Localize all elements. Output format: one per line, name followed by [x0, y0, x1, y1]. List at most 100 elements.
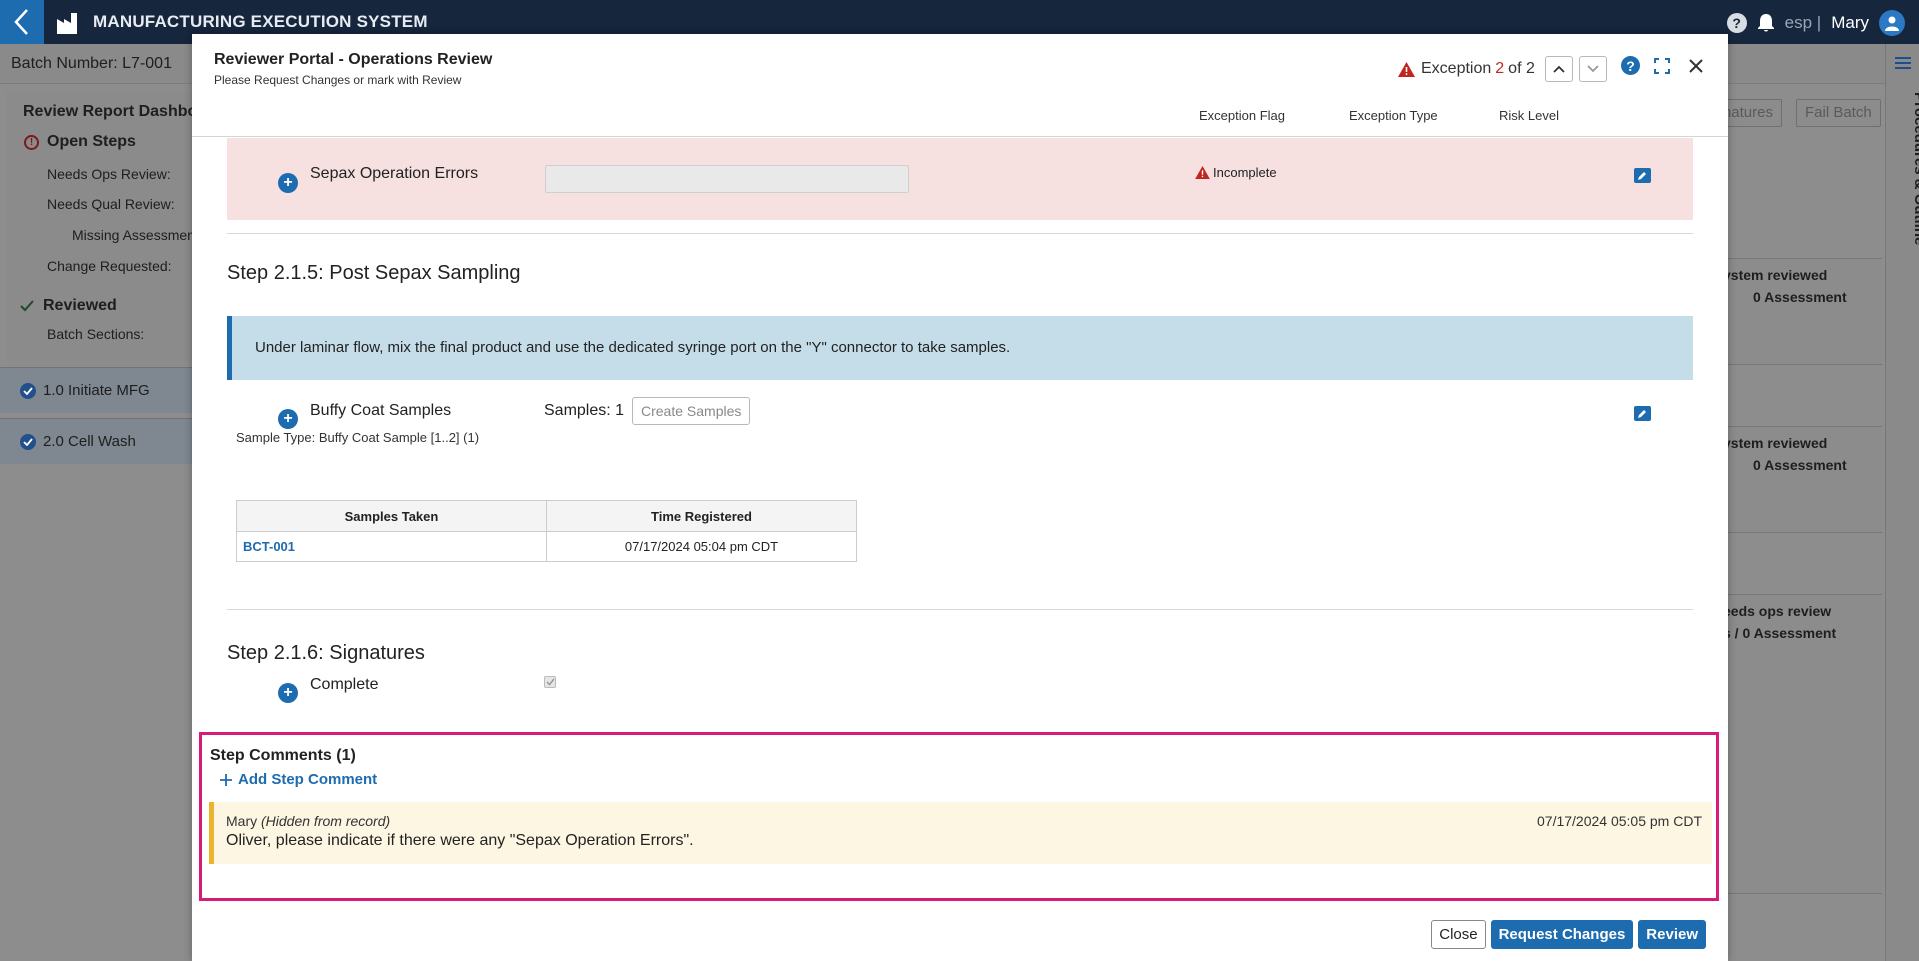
header-icons: ? [1621, 56, 1704, 75]
table-header-row: Samples Taken Time Registered [236, 500, 857, 532]
bell-icon[interactable] [1757, 13, 1775, 33]
right-rail: Procedures & Outline [1885, 44, 1919, 961]
modal-header: Reviewer Portal - Operations Review Plea… [192, 34, 1728, 137]
change-requested[interactable]: Change Requested: [47, 258, 172, 274]
section-label: 2.0 Cell Wash [43, 433, 136, 450]
close-icon[interactable] [1688, 58, 1704, 74]
section-initiate-mfg[interactable]: 1.0 Initiate MFG [0, 367, 192, 413]
request-changes-button[interactable]: Request Changes [1490, 920, 1634, 949]
complete-checkbox[interactable] [544, 676, 556, 688]
summary-card: eeds ops review s / 0 Assessment [1712, 594, 1882, 894]
samples-count: Samples: 1 [544, 402, 625, 419]
plus-icon [220, 773, 232, 786]
edit-icon[interactable] [1634, 168, 1651, 183]
add-step-comment-button[interactable]: Add Step Comment [220, 771, 377, 788]
chevron-left-icon [14, 9, 28, 35]
check-circle-icon [20, 433, 36, 450]
check-icon [545, 678, 555, 686]
procedures-outline-tab[interactable]: Procedures & Outline [1911, 92, 1919, 245]
column-exception-flag: Exception Flag [1199, 108, 1285, 123]
modal-footer: Close Request Changes Review [1431, 920, 1706, 949]
step-2-1-5-title: Step 2.1.5: Post Sepax Sampling [227, 262, 521, 284]
comment-text: Oliver, please indicate if there were an… [226, 832, 694, 849]
exception-current: 2 [1495, 60, 1505, 77]
help-icon[interactable]: ? [1621, 56, 1640, 75]
user-avatar-icon[interactable] [1879, 10, 1905, 36]
exception-navigator: Exception 2 of 2 [1398, 56, 1607, 82]
sepax-errors-label: Sepax Operation Errors [310, 165, 479, 182]
expand-icon[interactable] [1654, 57, 1670, 74]
open-steps-label: Open Steps [47, 133, 136, 150]
reviewer-modal: Reviewer Portal - Operations Review Plea… [192, 34, 1728, 961]
previous-exception-button[interactable] [1544, 56, 1573, 82]
sepax-errors-input[interactable] [545, 165, 909, 193]
summary-card: ystem reviewed 0 Assessment [1712, 426, 1882, 533]
expand-plus-icon[interactable]: + [278, 683, 298, 703]
card-line: s / 0 Assessment [1723, 625, 1837, 641]
separator: | [1816, 13, 1822, 32]
factory-logo-icon [57, 13, 77, 34]
needs-qual-review[interactable]: Needs Qual Review: [47, 196, 175, 212]
summary-card: ystem reviewed 0 Assessment [1712, 258, 1882, 365]
column-header: Time Registered [546, 500, 857, 532]
card-line: ystem reviewed [1723, 435, 1828, 451]
warning-triangle-icon [1398, 61, 1415, 77]
batch-number: Batch Number: L7-001 [11, 55, 172, 72]
incomplete-label: Incomplete [1213, 165, 1277, 180]
next-exception-button[interactable] [1578, 56, 1607, 82]
hidden-note: (Hidden from record) [261, 813, 391, 829]
language-label: esp [1784, 13, 1813, 32]
step-2-1-6-title: Step 2.1.6: Signatures [227, 642, 425, 664]
check-icon [20, 300, 34, 312]
comment-timestamp: 07/17/2024 05:05 pm CDT [1537, 813, 1702, 829]
comments-title: Step Comments (1) [210, 747, 356, 764]
edit-icon[interactable] [1634, 406, 1651, 421]
exception-total: of 2 [1508, 60, 1535, 77]
complete-label: Complete [310, 676, 379, 693]
section-label: 1.0 Initiate MFG [43, 382, 150, 399]
modal-title: Reviewer Portal - Operations Review [214, 51, 493, 68]
chevron-up-icon [1553, 65, 1565, 73]
divider [227, 609, 1693, 610]
instruction-box: Under laminar flow, mix the final produc… [227, 316, 1693, 380]
samples-table: Samples Taken Time Registered BCT-001 07… [236, 500, 857, 562]
top-right-controls: ? esp | Mary [1726, 10, 1905, 36]
card-line: eeds ops review [1723, 603, 1832, 619]
review-button[interactable]: Review [1638, 920, 1706, 949]
reviewed-heading: Reviewed [20, 297, 117, 315]
language-selector[interactable]: esp | [1785, 13, 1822, 33]
column-header: Samples Taken [236, 500, 547, 532]
alert-circle-icon: ! [24, 134, 39, 150]
warning-triangle-icon [1195, 166, 1210, 179]
close-button[interactable]: Close [1431, 920, 1486, 949]
missing-assessment[interactable]: Missing Assessment [72, 227, 199, 243]
user-name[interactable]: Mary [1831, 13, 1869, 33]
batch-sections: Batch Sections: [47, 326, 145, 342]
expand-plus-icon[interactable]: + [278, 409, 298, 429]
exception-row: + Sepax Operation Errors Incomplete [227, 138, 1693, 220]
divider [227, 233, 1693, 234]
instruction-text: Under laminar flow, mix the final produc… [255, 339, 1011, 356]
card-line: 0 Assessment [1753, 289, 1847, 305]
sample-id-link[interactable]: BCT-001 [236, 531, 547, 562]
open-steps-heading: ! Open Steps [24, 133, 136, 151]
incomplete-flag: Incomplete [1195, 165, 1277, 180]
comment-item: Mary (Hidden from record) 07/17/2024 05:… [209, 802, 1712, 864]
column-risk-level: Risk Level [1499, 108, 1559, 123]
check-circle-icon [20, 382, 36, 399]
list-icon[interactable] [1895, 56, 1911, 70]
section-cell-wash[interactable]: 2.0 Cell Wash [0, 418, 192, 464]
needs-ops-review[interactable]: Needs Ops Review: [47, 166, 171, 182]
help-icon[interactable]: ? [1726, 13, 1747, 33]
card-line: ystem reviewed [1723, 267, 1828, 283]
reviewed-label: Reviewed [43, 297, 117, 314]
author-name: Mary [226, 813, 258, 829]
expand-plus-icon[interactable]: + [278, 173, 298, 193]
modal-body: + Sepax Operation Errors Incomplete Step… [192, 138, 1728, 766]
fail-batch-button[interactable]: Fail Batch [1796, 99, 1881, 127]
column-exception-type: Exception Type [1349, 108, 1438, 123]
exception-prefix: Exception [1421, 60, 1492, 77]
back-button[interactable] [0, 0, 44, 44]
create-samples-button[interactable]: Create Samples [632, 397, 751, 425]
time-registered-cell: 07/17/2024 05:04 pm CDT [546, 531, 857, 562]
